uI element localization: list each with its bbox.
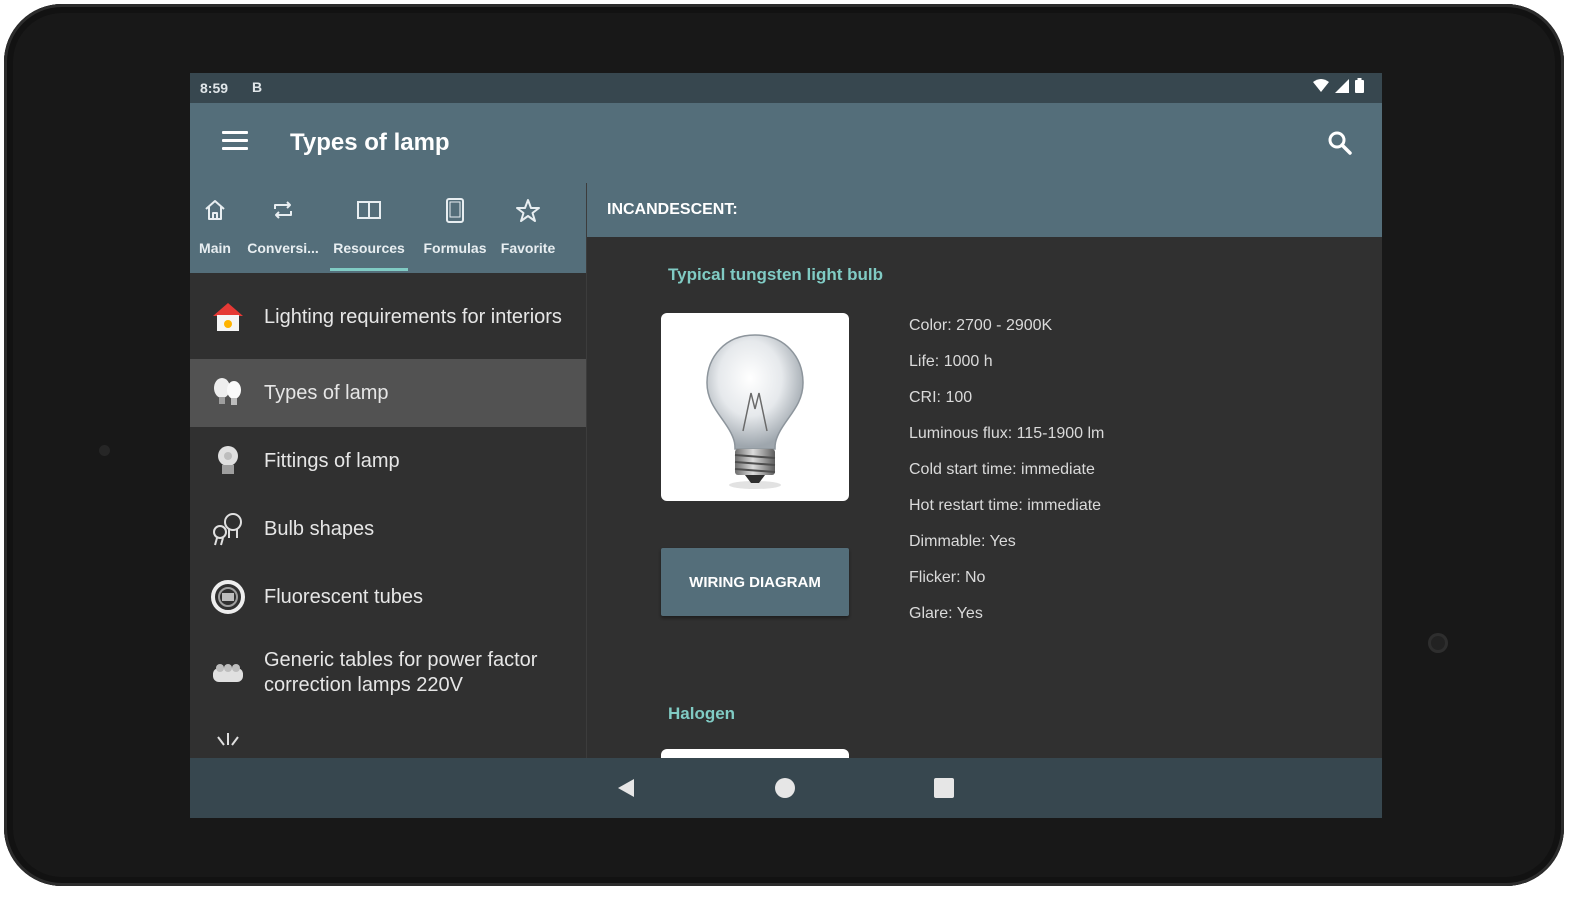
spec-life: Life: 1000 h bbox=[909, 353, 993, 370]
wiring-diagram-button[interactable]: WIRING DIAGRAM bbox=[661, 548, 849, 616]
list-item-label: Lighting requirements for interiors bbox=[264, 305, 562, 328]
list-item-fluorescent-tubes[interactable]: Fluorescent tubes bbox=[190, 563, 586, 631]
lamp-name: Typical tungsten light bulb bbox=[668, 265, 884, 284]
device-screen: 8:59 B Types of lamp Main Conversi... Re… bbox=[190, 73, 1382, 818]
battery-icon bbox=[1355, 78, 1364, 93]
tab-main[interactable]: Main bbox=[190, 183, 240, 273]
front-sensor bbox=[99, 445, 110, 456]
system-nav-bar bbox=[190, 758, 1382, 818]
home-icon bbox=[205, 200, 225, 220]
search-icon[interactable] bbox=[1326, 129, 1354, 157]
list-item-partial[interactable] bbox=[190, 715, 586, 758]
resource-list: Lighting requirements for interiors Type… bbox=[190, 275, 586, 758]
tab-label: Favorite bbox=[500, 240, 556, 256]
next-lamp-image bbox=[661, 749, 849, 758]
list-item-label: Fittings of lamp bbox=[264, 449, 400, 472]
detail-panel: INCANDESCENT: Typical tungsten light bul… bbox=[587, 183, 1382, 758]
tablet-icon bbox=[446, 198, 464, 223]
section-title: INCANDESCENT: bbox=[607, 201, 738, 218]
star-icon bbox=[516, 199, 540, 222]
spec-hot-restart: Hot restart time: immediate bbox=[909, 497, 1102, 514]
spec-cold-start: Cold start time: immediate bbox=[909, 461, 1095, 478]
list-item-bulb-shapes[interactable]: Bulb shapes bbox=[190, 495, 586, 563]
spec-dimmable: Dimmable: Yes bbox=[909, 533, 1016, 550]
sparkle-icon bbox=[208, 729, 248, 758]
list-item-fittings[interactable]: Fittings of lamp bbox=[190, 427, 586, 495]
navigation-panel: Main Conversi... Resources Formulas Favo… bbox=[190, 183, 586, 758]
signal-icon bbox=[1335, 78, 1349, 93]
notification-icon: B bbox=[252, 79, 263, 95]
tab-label: Resources bbox=[333, 240, 405, 256]
spec-cri: CRI: 100 bbox=[909, 389, 973, 406]
list-item-types-of-lamp[interactable]: Types of lamp bbox=[190, 359, 586, 427]
tab-label: Main bbox=[199, 240, 231, 256]
section-header: INCANDESCENT: bbox=[587, 183, 1382, 237]
light-bulb-icon bbox=[706, 334, 804, 489]
tab-conversions[interactable]: Conversi... bbox=[240, 183, 326, 273]
tab-label: Conversi... bbox=[247, 240, 319, 256]
home-button[interactable] bbox=[775, 778, 795, 798]
app-bar: Types of lamp bbox=[190, 103, 1382, 183]
tab-formulas[interactable]: Formulas bbox=[412, 183, 498, 273]
list-item-label: Bulb shapes bbox=[264, 517, 375, 540]
list-item-label: Fluorescent tubes bbox=[264, 585, 423, 608]
capacitor-icon bbox=[208, 653, 248, 693]
status-bar: 8:59 B bbox=[190, 73, 1382, 103]
lamps-icon bbox=[208, 373, 248, 413]
list-item-power-factor-tables[interactable]: Generic tables for power factor correcti… bbox=[190, 631, 586, 715]
tab-favorite[interactable]: Favorite bbox=[498, 183, 558, 273]
tab-bar: Main Conversi... Resources Formulas Favo… bbox=[190, 183, 586, 273]
front-camera bbox=[1428, 633, 1448, 653]
fluorescent-tube-icon bbox=[208, 577, 248, 617]
spec-luminous-flux: Luminous flux: 115-1900 lm bbox=[909, 425, 1105, 442]
recents-button[interactable] bbox=[934, 778, 954, 798]
back-icon[interactable] bbox=[616, 777, 636, 799]
page-title: Types of lamp bbox=[290, 129, 450, 156]
tab-label: Formulas bbox=[423, 240, 487, 256]
tab-resources[interactable]: Resources bbox=[326, 183, 412, 273]
status-time: 8:59 bbox=[200, 80, 229, 96]
list-item-label: Generic tables for power factor correcti… bbox=[264, 649, 538, 696]
spec-color: Color: 2700 - 2900K bbox=[909, 317, 1053, 334]
spec-glare: Glare: Yes bbox=[909, 605, 983, 622]
repeat-icon bbox=[274, 201, 292, 219]
list-item-lighting-requirements[interactable]: Lighting requirements for interiors bbox=[190, 275, 586, 359]
lamp-image bbox=[661, 313, 849, 501]
bulb-shapes-icon bbox=[208, 509, 248, 549]
list-item-label: Types of lamp bbox=[264, 381, 389, 404]
house-lamp-icon bbox=[208, 297, 248, 337]
spec-flicker: Flicker: No bbox=[909, 569, 986, 586]
lamp-specs: Color: 2700 - 2900K Life: 1000 h CRI: 10… bbox=[909, 315, 1104, 639]
menu-icon[interactable] bbox=[222, 131, 248, 153]
lamp-fitting-icon bbox=[208, 441, 248, 481]
wifi-icon bbox=[1313, 78, 1329, 92]
book-icon bbox=[357, 201, 381, 219]
status-icons bbox=[1313, 78, 1364, 93]
next-lamp-name: Halogen bbox=[668, 704, 736, 723]
